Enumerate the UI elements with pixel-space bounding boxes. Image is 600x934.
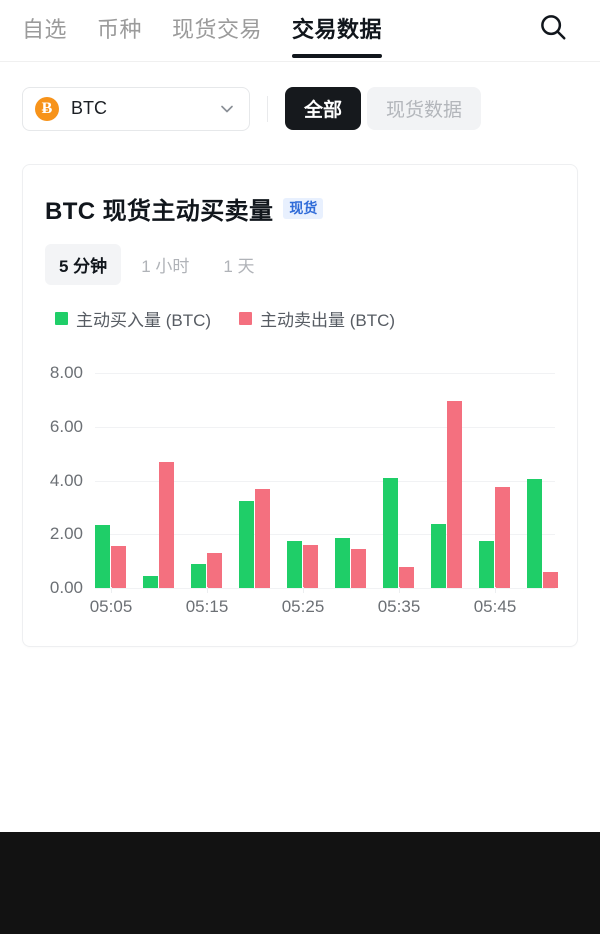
chart-y-tick-label: 4.00 xyxy=(49,470,83,490)
chart-bar-sell xyxy=(495,487,510,588)
chart-bar-sell xyxy=(399,566,414,588)
chart-x-tick-mark xyxy=(399,587,400,593)
chart-bar-sell xyxy=(255,488,270,588)
period-tab-list: 5 分钟 1 小时 1 天 xyxy=(23,226,577,285)
chart-bar-groups xyxy=(95,373,558,588)
chart-bar-sell xyxy=(447,401,462,588)
chart-bar-sell xyxy=(303,545,318,588)
chart-bar-sell xyxy=(351,549,366,588)
period-1d[interactable]: 1 天 xyxy=(209,244,268,285)
chart-bar-buy xyxy=(479,540,494,588)
chart-bar-buy xyxy=(383,477,398,588)
chevron-down-icon xyxy=(221,105,233,112)
app-root: 自选 币种 现货交易 交易数据 Ƀ BTC 全部 现货数据 BTC 现货主动买卖… xyxy=(0,0,600,934)
bitcoin-icon: Ƀ xyxy=(35,96,59,121)
chart-x-tick-label: 05:15 xyxy=(185,597,229,616)
search-icon[interactable] xyxy=(536,10,570,44)
nav-tab-spot-trading[interactable]: 现货交易 xyxy=(172,12,262,58)
status-badge: 现货 xyxy=(283,197,324,220)
period-1h[interactable]: 1 小时 xyxy=(127,244,203,285)
chart-bar-buy xyxy=(95,524,110,588)
chart-bar-group[interactable] xyxy=(143,373,189,588)
chart-bar-sell xyxy=(543,571,558,588)
legend-label-buy: 主动买入量 (BTC) xyxy=(76,311,212,330)
legend-item-sell[interactable]: 主动卖出量 (BTC) xyxy=(239,306,395,331)
scope-spot-data-button[interactable]: 现货数据 xyxy=(367,87,482,130)
chart-bar-group[interactable] xyxy=(479,373,525,588)
nav-tab-watchlist[interactable]: 自选 xyxy=(22,12,67,58)
chart-x-tick-mark xyxy=(303,587,304,593)
scope-all-button[interactable]: 全部 xyxy=(285,87,362,130)
chart-bar-buy xyxy=(191,563,206,588)
chart-bar-group[interactable] xyxy=(383,373,429,588)
chart-x-tick-label: 05:35 xyxy=(377,597,421,616)
nav-tab-coins[interactable]: 币种 xyxy=(97,12,142,58)
chart-x-tick-mark xyxy=(495,587,496,593)
nav-tab-trading-data[interactable]: 交易数据 xyxy=(292,12,383,58)
card-header: BTC 现货主动买卖量 现货 xyxy=(23,165,577,226)
top-navigation: 自选 币种 现货交易 交易数据 xyxy=(0,0,600,62)
chart-legend: 主动买入量 (BTC) 主动卖出量 (BTC) xyxy=(23,285,577,331)
nav-tab-list: 自选 币种 现货交易 交易数据 xyxy=(22,0,383,58)
chart-bar-group[interactable] xyxy=(335,373,381,588)
chart-x-tick-mark xyxy=(111,587,112,593)
chart-bar-buy xyxy=(239,500,254,588)
chart-bar-buy xyxy=(431,523,446,588)
chart-x-tick-label: 05:45 xyxy=(473,597,517,616)
bar-chart: 0.00 2.00 4.00 6.00 8.00 05:05 05:15 05:25 05:3… xyxy=(23,363,579,617)
chart-bar-group[interactable] xyxy=(287,373,333,588)
legend-swatch-sell xyxy=(239,312,253,325)
chart-bar-sell xyxy=(207,553,222,588)
chart-bar-buy xyxy=(287,540,302,588)
chart-gridline: 0.00 xyxy=(50,578,555,597)
legend-label-sell: 主动卖出量 (BTC) xyxy=(260,311,396,330)
data-scope-segmented-control: 全部 现货数据 xyxy=(285,87,482,130)
coin-select-value: BTC xyxy=(71,98,107,118)
chart-x-axis: 05:05 05:15 05:25 05:35 05:45 xyxy=(90,587,555,617)
spot-taker-volume-card: BTC 现货主动买卖量 现货 5 分钟 1 小时 1 天 主动买入量 (BTC)… xyxy=(22,164,578,647)
chart-bar-group[interactable] xyxy=(95,373,141,588)
chart-bar-group[interactable] xyxy=(431,373,477,588)
filter-bar: Ƀ BTC 全部 现货数据 xyxy=(0,62,600,138)
chart-y-tick-label: 8.00 xyxy=(49,363,83,382)
chart-bar-group[interactable] xyxy=(239,373,285,588)
chart-bar-buy xyxy=(143,575,158,588)
chart-bar-group[interactable] xyxy=(191,373,237,588)
period-5m[interactable]: 5 分钟 xyxy=(45,244,122,285)
bottom-black-bar xyxy=(0,832,600,934)
legend-item-buy[interactable]: 主动买入量 (BTC) xyxy=(55,306,211,331)
chart-bar-buy xyxy=(527,479,542,588)
card-title: BTC 现货主动买卖量 xyxy=(45,198,274,225)
chart-plot-area: 0.00 2.00 4.00 6.00 8.00 xyxy=(50,363,558,597)
chart-x-tick-label: 05:05 xyxy=(89,597,133,616)
chart-bar-sell xyxy=(111,546,126,588)
chart-y-tick-label: 0.00 xyxy=(49,578,83,597)
chart-bar-buy xyxy=(335,538,350,588)
chart-bar-group[interactable] xyxy=(527,373,573,588)
chart-bar-sell xyxy=(159,461,174,588)
chart-x-tick-mark xyxy=(207,587,208,593)
legend-swatch-buy xyxy=(55,312,68,325)
vertical-divider xyxy=(267,95,268,122)
coin-select[interactable]: Ƀ BTC xyxy=(22,86,250,131)
chart-y-tick-label: 6.00 xyxy=(49,416,83,436)
chart-x-tick-label: 05:25 xyxy=(281,597,325,616)
chart-y-tick-label: 2.00 xyxy=(49,524,83,544)
